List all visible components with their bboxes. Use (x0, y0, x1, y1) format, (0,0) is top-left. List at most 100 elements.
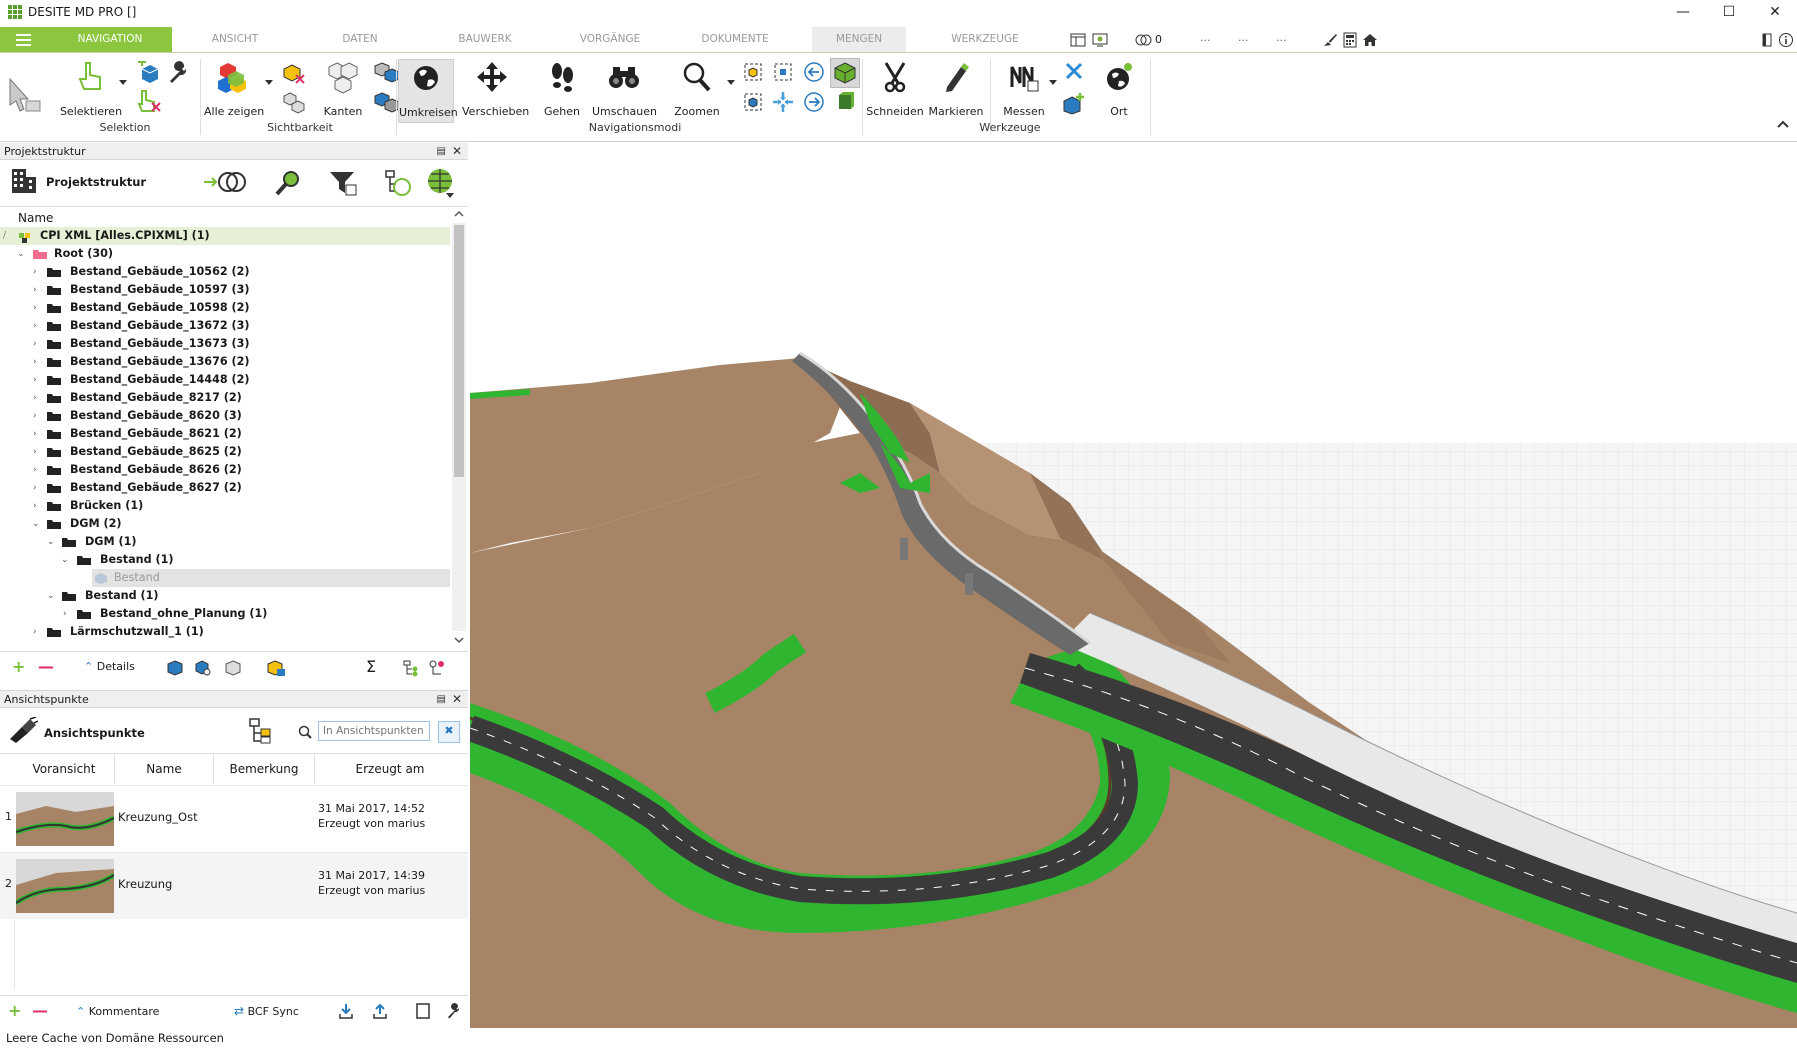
expand-arrow-icon[interactable]: › (33, 443, 43, 461)
3d-viewport[interactable] (470, 143, 1797, 1028)
viewpoint-tree-icon[interactable] (248, 717, 276, 745)
bcf-sync-button[interactable]: ⇄ BCF Sync (234, 1004, 299, 1018)
collapse-arrow-icon[interactable]: ⌄ (61, 551, 71, 569)
shaded-cube-icon[interactable] (834, 91, 856, 113)
expand-arrow-icon[interactable]: › (33, 353, 43, 371)
delete-measure-icon[interactable] (1064, 61, 1084, 81)
tab-dokumente[interactable]: DOKUMENTE (680, 27, 790, 52)
close-panel-icon[interactable]: ✕ (452, 143, 462, 160)
collapse-arrow-icon[interactable]: ⌄ (17, 245, 27, 263)
import-icon[interactable] (338, 1003, 354, 1019)
ort-button[interactable]: Ort (1096, 59, 1142, 121)
expand-arrow-icon[interactable]: › (33, 281, 43, 299)
cube-blue-icon[interactable] (166, 659, 184, 677)
home-icon[interactable] (1362, 32, 1378, 48)
pin-icon[interactable]: ▤ (437, 691, 446, 708)
collapse-arrow-icon[interactable]: ⌄ (32, 515, 42, 533)
sigma-icon[interactable]: Σ (366, 657, 376, 676)
zoomen-button[interactable]: Zoomen (670, 59, 724, 121)
expand-arrow-icon[interactable]: › (33, 479, 43, 497)
link-compare-icon[interactable] (202, 169, 250, 195)
messen-button[interactable]: Messen (996, 59, 1052, 121)
search-magnifier-icon[interactable] (274, 169, 302, 197)
dropdown-arrow-icon[interactable] (264, 78, 274, 86)
clear-search-button[interactable]: ✖ (438, 721, 460, 743)
scroll-up-icon[interactable] (452, 207, 466, 221)
schneiden-button[interactable]: Schneiden (866, 59, 924, 121)
umkreisen-button[interactable]: Umkreisen (398, 59, 458, 123)
cube-grey-icon[interactable] (224, 659, 242, 677)
calculator-icon[interactable] (1342, 32, 1358, 48)
filter-icon[interactable] (328, 169, 358, 197)
scrollbar-thumb[interactable] (454, 225, 464, 477)
details-toggle[interactable]: ⌃ Details (84, 660, 135, 676)
wrench-icon[interactable] (166, 61, 190, 85)
expand-arrow-icon[interactable]: › (33, 407, 43, 425)
zoom-selection-icon[interactable] (742, 61, 764, 83)
expand-arrow-icon[interactable]: › (33, 389, 43, 407)
info-icon[interactable] (1778, 32, 1794, 48)
expand-arrow-icon[interactable]: › (63, 605, 73, 623)
tree-structure-icon[interactable] (384, 169, 414, 197)
expand-arrow-icon[interactable]: › (33, 335, 43, 353)
umschauen-button[interactable]: Umschauen (592, 59, 657, 121)
export-icon[interactable] (372, 1003, 388, 1019)
expand-arrow-icon[interactable]: › (33, 317, 43, 335)
viewpoint-row[interactable]: 2 Kreuzung 31 Mai 2017, 14:39 Erzeugt vo… (0, 852, 468, 919)
solid-view-toggle[interactable] (830, 58, 860, 88)
alle-zeigen-button[interactable]: Alle zeigen (204, 59, 264, 121)
tab-navigation[interactable]: NAVIGATION (48, 27, 172, 52)
scroll-down-icon[interactable] (452, 633, 466, 647)
col-bemerkung[interactable]: Bemerkung (214, 754, 315, 784)
tab-vorgaenge[interactable]: VORGÄNGE (555, 27, 665, 52)
minimize-button[interactable]: — (1660, 0, 1706, 24)
col-voransicht[interactable]: Voransicht (14, 754, 115, 784)
tab-mengen[interactable]: MENGEN (812, 27, 906, 52)
expand-arrow-icon[interactable]: › (33, 461, 43, 479)
document-icon[interactable] (416, 1003, 430, 1019)
dots-3[interactable]: ... (1276, 31, 1287, 44)
column-name-header[interactable]: Name (18, 211, 53, 225)
tab-werkzeuge[interactable]: WERKZEUGE (930, 27, 1040, 52)
back-view-icon[interactable] (803, 61, 825, 83)
collapse-arrow-icon[interactable]: ⧸ (3, 227, 13, 245)
remove-viewpoint-icon[interactable]: — (32, 1001, 48, 1020)
hide-cube-icon[interactable] (282, 61, 306, 85)
tab-bauwerk[interactable]: BAUWERK (430, 27, 540, 52)
maximize-button[interactable]: ☐ (1706, 0, 1752, 24)
gehen-button[interactable]: Gehen (536, 59, 588, 121)
select-add-cube-icon[interactable] (136, 61, 162, 85)
panel-toggle-icon[interactable] (1760, 32, 1774, 48)
expand-arrow-icon[interactable]: › (33, 623, 43, 641)
cubes-grey-icon[interactable] (282, 91, 306, 115)
close-panel-icon[interactable]: ✕ (452, 691, 462, 708)
hamburger-menu-icon[interactable] (0, 27, 48, 52)
close-button[interactable]: ✕ (1752, 0, 1797, 24)
expand-arrow-icon[interactable]: › (33, 497, 43, 515)
tree-item[interactable]: ⧸ CPI XML [Alles.CPIXML] (1) (0, 227, 450, 245)
selektieren-button[interactable]: Selektieren (58, 59, 124, 121)
cube-search-icon[interactable] (194, 659, 212, 677)
cube-yellow-icon[interactable] (266, 659, 286, 677)
dropdown-arrow-icon[interactable] (726, 78, 736, 86)
tree-scrollbar[interactable] (452, 223, 466, 631)
zoom-fit-icon[interactable] (772, 61, 794, 83)
add-viewpoint-icon[interactable]: + (8, 1001, 21, 1020)
screen-icon[interactable] (1092, 32, 1108, 48)
expand-arrow-icon[interactable]: › (33, 371, 43, 389)
expand-arrow-icon[interactable]: › (33, 263, 43, 281)
zoom-all-icon[interactable] (742, 91, 764, 113)
tree-item-selected[interactable]: Bestand (92, 569, 450, 587)
dots-2[interactable]: ... (1238, 31, 1249, 44)
link-nodes-icon[interactable] (428, 659, 446, 677)
markieren-button[interactable]: Markieren (926, 59, 986, 121)
deselect-hand-icon[interactable] (136, 89, 162, 113)
remove-icon[interactable]: — (38, 657, 54, 676)
dropdown-arrow-icon[interactable] (118, 78, 128, 86)
kanten-button[interactable]: Kanten (318, 59, 368, 121)
table-globe-icon[interactable] (426, 167, 458, 199)
layout-icon[interactable] (1070, 32, 1086, 48)
selection-cursor-icon[interactable] (6, 75, 42, 115)
tab-daten[interactable]: DATEN (305, 27, 415, 52)
forward-view-icon[interactable] (803, 91, 825, 113)
